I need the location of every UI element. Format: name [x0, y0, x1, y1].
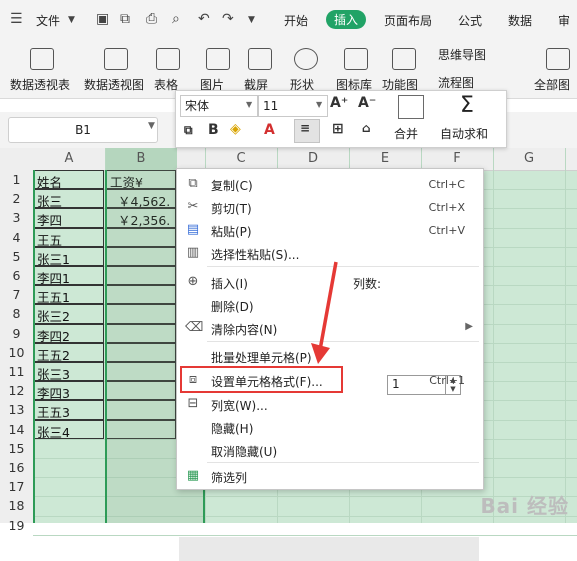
arrow-shaft — [318, 261, 338, 351]
annotation-arrow — [311, 261, 338, 364]
hover-highlight — [179, 537, 479, 561]
watermark: Bai 经验 — [480, 494, 569, 518]
arrow-head — [311, 343, 330, 364]
row-gridline — [33, 534, 577, 536]
